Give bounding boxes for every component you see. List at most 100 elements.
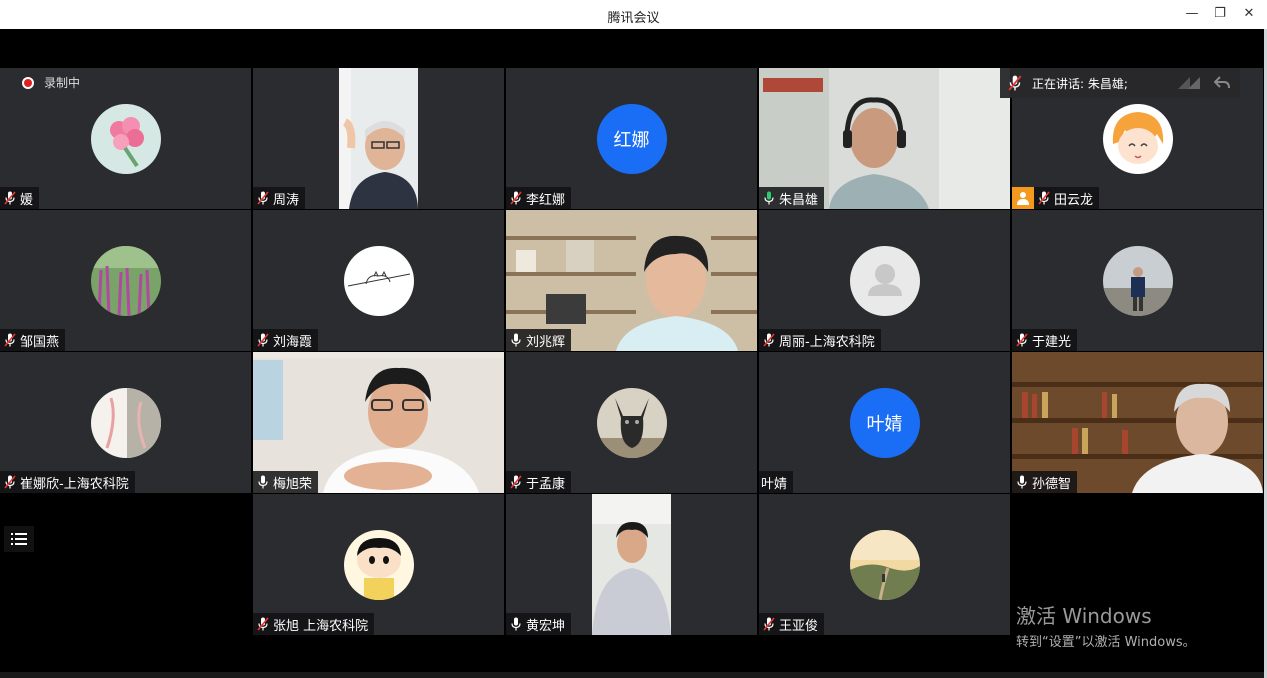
participant-tile[interactable]: 叶婧 叶婧 — [759, 352, 1010, 493]
participant-tile[interactable]: 红娜 李红娜 — [506, 68, 757, 209]
participant-tile[interactable]: 张旭 上海农科院 — [253, 494, 504, 635]
nametag: 梅旭荣 — [253, 471, 319, 493]
windows-activation-watermark: 激活 Windows 转到“设置”以激活 Windows。 — [1016, 600, 1196, 650]
window-title: 腾讯会议 — [607, 11, 660, 26]
participant-tile[interactable]: 梅旭荣 — [253, 352, 504, 493]
nametag: 崔娜欣-上海农科院 — [0, 471, 135, 493]
nametag: 李红娜 — [506, 187, 572, 209]
participant-name: 周丽-上海农科院 — [779, 334, 875, 350]
mic-active-icon — [258, 475, 268, 489]
recording-indicator[interactable]: 录制中 — [22, 74, 80, 91]
participant-name: 刘兆辉 — [526, 334, 566, 350]
participant-name: 李红娜 — [526, 192, 566, 208]
participant-name: 邹国燕 — [20, 334, 60, 350]
participant-name: 孙德智 — [1032, 476, 1072, 492]
landscape-avatar-image — [849, 529, 920, 600]
nametag: 孙德智 — [1012, 471, 1078, 493]
participant-name: 田云龙 — [1054, 192, 1094, 208]
participant-name: 黄宏坤 — [526, 618, 566, 634]
minimize-button[interactable]: — — [1181, 4, 1203, 24]
participant-tile[interactable]: 邹国燕 — [0, 210, 251, 351]
mic-active-icon — [764, 191, 774, 205]
participant-name: 周涛 — [273, 192, 300, 208]
flower-avatar-image — [90, 103, 161, 174]
nametag: 周涛 — [253, 187, 306, 209]
person-photo-avatar-image — [1102, 245, 1173, 316]
nametag: 于孟康 — [506, 471, 572, 493]
dog-avatar-image — [596, 387, 667, 458]
nametag: 叶婧 — [759, 471, 794, 493]
mic-muted-icon — [257, 333, 269, 347]
participant-tile[interactable]: 刘海霞 — [253, 210, 504, 351]
participant-name: 梅旭荣 — [273, 476, 313, 492]
nametag: 朱昌雄 — [759, 187, 825, 209]
dancer-avatar-image — [90, 387, 161, 458]
list-icon — [11, 533, 27, 545]
participant-name: 张旭 上海农科院 — [273, 618, 369, 634]
nametag: 媛 — [0, 187, 40, 209]
mic-muted-icon — [4, 191, 16, 205]
participant-tile[interactable]: 黄宏坤 — [506, 494, 757, 635]
restore-button[interactable]: ❐ — [1209, 4, 1231, 24]
participant-name: 朱昌雄 — [779, 192, 819, 208]
cat-sketch-avatar-image — [343, 245, 414, 316]
cartoon-avatar-image — [343, 529, 414, 600]
signal-icon — [1177, 77, 1200, 89]
watermark-line2: 转到“设置”以激活 Windows。 — [1016, 635, 1196, 650]
avatar — [1102, 103, 1173, 174]
participant-tile[interactable]: 崔娜欣-上海农科院 — [0, 352, 251, 493]
video-frame-image — [592, 494, 671, 635]
record-dot-icon — [22, 76, 34, 89]
participant-name: 媛 — [20, 192, 34, 208]
lavender-field-avatar-image — [90, 245, 161, 316]
avatar — [596, 387, 667, 458]
participant-tile[interactable]: 王亚俊 — [759, 494, 1010, 635]
close-button[interactable]: ✕ — [1238, 4, 1260, 24]
participant-tile-speaking[interactable]: 朱昌雄 — [759, 68, 1010, 209]
recording-label: 录制中 — [44, 76, 81, 90]
current-speaker-bar: 正在讲话: 朱昌雄; — [1000, 68, 1240, 98]
bottom-edge — [0, 672, 1264, 678]
mic-muted-icon — [1038, 191, 1050, 205]
avatar: 红娜 — [596, 103, 667, 174]
participant-tile[interactable]: 周涛 — [253, 68, 504, 209]
participant-name: 崔娜欣-上海农科院 — [20, 476, 129, 492]
anime-avatar-image — [1102, 103, 1173, 174]
mic-muted-icon — [763, 617, 775, 631]
nametag: 王亚俊 — [759, 613, 825, 635]
participant-tile[interactable]: 于建光 — [1012, 210, 1263, 351]
nametag: 张旭 上海农科院 — [253, 613, 375, 635]
back-arrow-icon[interactable] — [1213, 76, 1230, 90]
mic-muted-icon — [4, 333, 16, 347]
participant-tile[interactable]: 周丽-上海农科院 — [759, 210, 1010, 351]
mic-muted-icon — [4, 475, 16, 489]
participant-tile[interactable]: 孙德智 — [1012, 352, 1263, 493]
avatar — [90, 387, 161, 458]
video-feed — [339, 68, 418, 209]
mic-active-icon — [511, 333, 521, 347]
participant-name: 叶婧 — [761, 476, 788, 492]
nametag: 刘兆辉 — [506, 329, 572, 351]
participant-list-button[interactable] — [4, 526, 34, 552]
participant-tile[interactable]: 刘兆辉 — [506, 210, 757, 351]
nametag: 田云龙 — [1034, 187, 1100, 209]
window-titlebar: 腾讯会议 — ❐ ✕ — [0, 0, 1267, 29]
avatar — [90, 245, 161, 316]
nametag: 周丽-上海农科院 — [759, 329, 881, 351]
participant-name: 王亚俊 — [779, 618, 819, 634]
mic-muted-icon — [1016, 333, 1028, 347]
speaker-text: 正在讲话: 朱昌雄; — [1032, 76, 1128, 91]
host-person-icon — [1012, 187, 1034, 209]
mic-muted-icon — [763, 333, 775, 347]
video-frame-image — [339, 68, 418, 209]
nametag: 黄宏坤 — [506, 613, 572, 635]
mic-muted-icon — [1008, 75, 1022, 91]
avatar — [90, 103, 161, 174]
default-person-icon — [867, 263, 902, 296]
participant-name: 于孟康 — [526, 476, 566, 492]
watermark-line1: 激活 Windows — [1016, 604, 1152, 628]
participant-tile[interactable]: 于孟康 — [506, 352, 757, 493]
mic-muted-icon — [257, 617, 269, 631]
avatar — [849, 529, 920, 600]
mic-muted-icon — [510, 191, 522, 205]
